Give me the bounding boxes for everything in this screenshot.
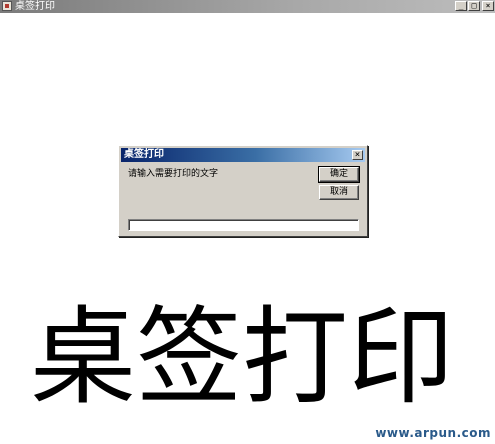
maximize-button[interactable]: □ xyxy=(468,1,480,11)
printed-banner-text: 桌签打印 xyxy=(30,296,454,419)
maximize-icon: □ xyxy=(471,1,477,10)
minimize-icon: _ xyxy=(458,1,464,10)
text-input[interactable] xyxy=(128,219,359,231)
prompt-label: 请输入需要打印的文字 xyxy=(128,169,219,179)
cancel-button[interactable]: 取消 xyxy=(319,185,359,200)
close-icon: × xyxy=(354,150,361,160)
dialog-close-button[interactable]: × xyxy=(352,150,363,160)
dialog-title: 桌签打印 xyxy=(124,149,164,160)
app-icon xyxy=(2,1,12,11)
dialog-titlebar[interactable]: 桌签打印 × xyxy=(121,148,365,162)
window-title: 桌签打印 xyxy=(15,1,55,12)
main-titlebar[interactable]: 桌签打印 _ □ × xyxy=(0,0,495,13)
main-window: 桌签打印 _ □ × 桌签打印 × 请输入需要打印的文字 确定 取消 桌签打印 … xyxy=(0,0,495,444)
ok-button[interactable]: 确定 xyxy=(318,166,360,183)
close-icon: × xyxy=(485,1,491,10)
input-dialog: 桌签打印 × 请输入需要打印的文字 确定 取消 xyxy=(118,145,368,237)
close-button[interactable]: × xyxy=(482,1,494,11)
watermark: www.arpun.com xyxy=(375,426,491,440)
minimize-button[interactable]: _ xyxy=(455,1,467,11)
